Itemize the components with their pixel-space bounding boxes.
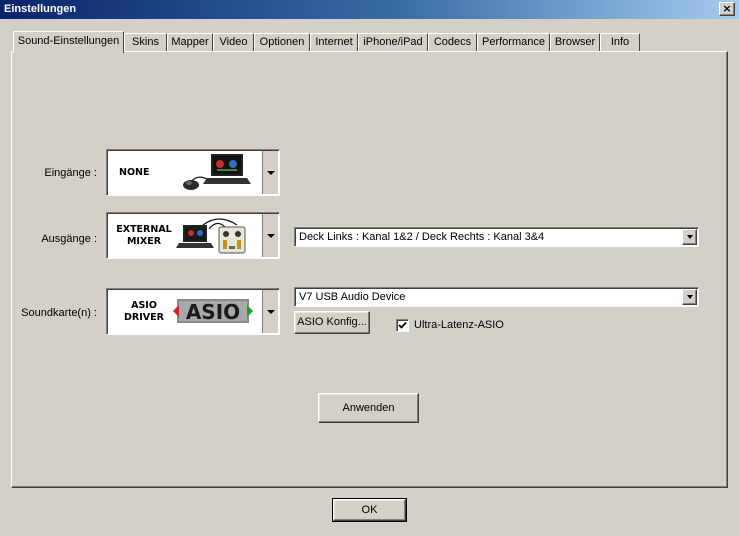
inputs-caption: NONE	[119, 166, 150, 178]
tab-info[interactable]: Info	[600, 33, 640, 52]
inputs-label: Eingänge :	[44, 167, 97, 179]
asio-config-button[interactable]: ASIO Konfig...	[294, 311, 370, 334]
tab-codecs[interactable]: Codecs	[428, 33, 477, 52]
ok-button[interactable]: OK	[332, 498, 407, 522]
tab-skins[interactable]: Skins	[124, 33, 167, 52]
tab-browser[interactable]: Browser	[550, 33, 600, 52]
tab-mapper[interactable]: Mapper	[167, 33, 213, 52]
inputs-selector[interactable]: NONE	[106, 149, 280, 196]
ultra-latency-label[interactable]: Ultra-Latenz-ASIO	[414, 319, 504, 331]
soundcard-label: Soundkarte(n) :	[21, 307, 97, 319]
tab-internet[interactable]: Internet	[310, 33, 358, 52]
laptop-mixer-icon	[176, 218, 246, 254]
audio-device-select[interactable]: V7 USB Audio Device	[294, 287, 699, 307]
close-button[interactable]: ×	[719, 2, 735, 16]
tab-video[interactable]: Video	[213, 33, 254, 52]
outputs-dropdown-button[interactable]	[262, 214, 278, 257]
audio-device-value: V7 USB Audio Device	[299, 291, 406, 303]
ultra-latency-checkbox[interactable]	[396, 319, 409, 332]
tab-sound-settings[interactable]: Sound-Einstellungen	[13, 31, 124, 53]
output-routing-dropdown-button[interactable]	[682, 229, 697, 245]
audio-device-dropdown-button[interactable]	[682, 289, 697, 305]
laptop-turntable-icon	[183, 154, 251, 190]
asio-logo-text: ASIO	[186, 300, 240, 324]
asio-logo-icon: ASIO	[173, 299, 253, 324]
soundcard-dropdown-button[interactable]	[262, 290, 278, 333]
soundcard-driver-selector[interactable]: ASIO DRIVER ASIO	[106, 288, 280, 335]
apply-button[interactable]: Anwenden	[318, 393, 419, 423]
soundcard-caption: ASIO DRIVER	[124, 299, 164, 323]
output-routing-select[interactable]: Deck Links : Kanal 1&2 / Deck Rechts : K…	[294, 227, 699, 247]
inputs-dropdown-button[interactable]	[262, 151, 278, 194]
output-routing-value: Deck Links : Kanal 1&2 / Deck Rechts : K…	[299, 231, 545, 243]
tab-iphone-ipad[interactable]: iPhone/iPad	[358, 33, 428, 52]
outputs-caption: EXTERNAL MIXER	[116, 223, 172, 247]
checkmark-icon	[398, 321, 407, 329]
title-bar: Einstellungen	[0, 0, 739, 19]
outputs-selector[interactable]: EXTERNAL MIXER	[106, 212, 280, 259]
window-title: Einstellungen	[4, 3, 77, 15]
tab-options[interactable]: Optionen	[254, 33, 310, 52]
outputs-label: Ausgänge :	[41, 233, 97, 245]
tab-performance[interactable]: Performance	[477, 33, 550, 52]
